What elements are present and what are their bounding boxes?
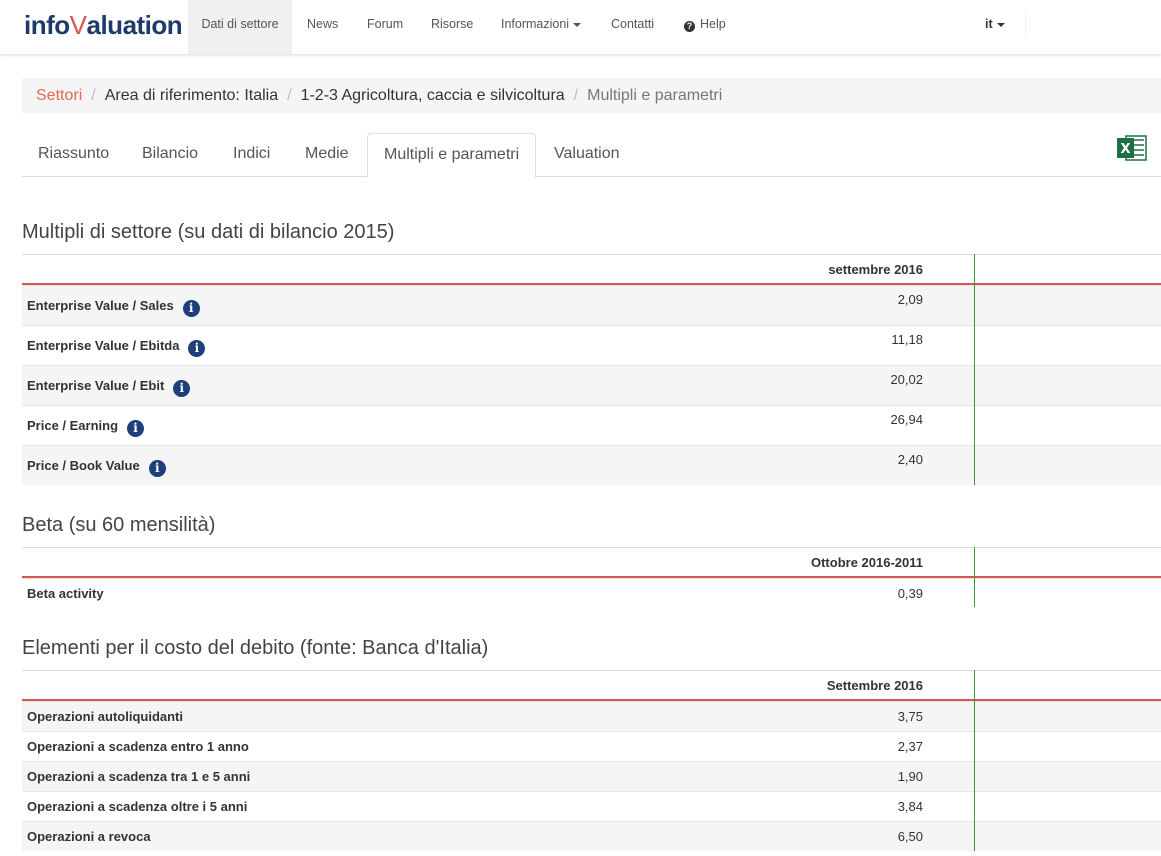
caret-down-icon — [996, 22, 1005, 27]
table-row: Enterprise Value / Sales i 2,09 — [22, 285, 1161, 325]
row-label: Operazioni autoliquidanti — [27, 709, 183, 724]
tab-riassunto[interactable]: Riassunto — [22, 133, 125, 177]
row-value: 26,94 — [890, 412, 923, 427]
row-value: 3,75 — [897, 709, 923, 724]
row-label: Price / Book Value — [27, 458, 140, 473]
question-circle-icon: ? — [684, 21, 695, 32]
beta-table: Ottobre 2016-2011 Beta activity 0,39 — [22, 547, 1161, 607]
row-label: Operazioni a scadenza tra 1 e 5 anni — [27, 769, 251, 784]
section-tabs: Riassunto Bilancio Indici Medie Multipli… — [22, 133, 1161, 178]
table-row: Beta activity 0,39 — [22, 578, 1161, 607]
table-row: Operazioni a revoca 6,50 — [22, 821, 1161, 851]
beta-section-title: Beta (su 60 mensilità) — [22, 514, 216, 536]
column-divider — [974, 547, 975, 607]
breadcrumb: Settori / Area di riferimento: Italia/1-2-… — [22, 78, 1161, 113]
nav-dati-di-settore[interactable]: Dati di settore — [188, 0, 292, 54]
row-label: Enterprise Value / Sales — [27, 298, 174, 313]
table-row: Operazioni a scadenza oltre i 5 anni 3,8… — [22, 791, 1161, 821]
row-label: Enterprise Value / Ebitda — [27, 338, 180, 353]
nav-help[interactable]: ? Help — [684, 0, 726, 54]
info-icon[interactable]: i — [188, 340, 206, 357]
nav-news[interactable]: News — [307, 0, 338, 54]
column-header: settembre 2016 — [828, 262, 923, 277]
row-label: Enterprise Value / Ebit — [27, 378, 165, 393]
table-header: settembre 2016 — [22, 254, 1161, 285]
info-icon[interactable]: i — [182, 300, 200, 317]
breadcrumb-current: Multipli e parametri — [587, 87, 723, 104]
tab-bilancio[interactable]: Bilancio — [126, 133, 214, 177]
table-row: Operazioni autoliquidanti 3,75 — [22, 701, 1161, 731]
nav-contatti[interactable]: Contatti — [611, 0, 654, 54]
multipli-section-title: Multipli di settore (su dati di bilancio… — [22, 221, 395, 243]
row-value: 2,40 — [897, 452, 923, 467]
row-value: 3,84 — [897, 799, 923, 814]
info-icon[interactable]: i — [148, 460, 166, 477]
multipli-table: settembre 2016 Enterprise Value / Sales i… — [22, 254, 1161, 485]
tab-multipli-e-parametri[interactable]: Multipli e parametri — [367, 133, 537, 178]
row-value: 0,39 — [897, 586, 923, 601]
column-header: Ottobre 2016-2011 — [810, 555, 923, 570]
column-divider — [974, 670, 975, 851]
table-row: Enterprise Value / Ebit i 20,02 — [22, 365, 1161, 405]
column-divider — [974, 254, 975, 485]
excel-icon[interactable]: X — [1117, 134, 1147, 162]
table-header: Ottobre 2016-2011 — [22, 547, 1161, 578]
table-row: Price / Book Value i 2,40 — [22, 445, 1161, 485]
nav-forum[interactable]: Forum — [367, 0, 403, 54]
row-value: 6,50 — [897, 829, 923, 844]
table-row: Enterprise Value / Ebitda i 11,18 — [22, 325, 1161, 365]
info-icon[interactable]: i — [173, 380, 191, 397]
table-header: Settembre 2016 — [22, 670, 1161, 701]
info-icon[interactable]: i — [127, 420, 145, 437]
breadcrumb-settore[interactable]: 1-2-3 Agricoltura, caccia e silvicoltura — [301, 87, 565, 104]
row-value: 11,18 — [891, 332, 923, 347]
row-value: 20,02 — [890, 372, 923, 387]
row-label: Price / Earning — [27, 418, 119, 433]
table-row: Price / Earning i 26,94 — [22, 405, 1161, 445]
row-label: Operazioni a scadenza oltre i 5 anni — [27, 799, 248, 814]
debito-section-title: Elementi per il costo del debito (fonte:… — [22, 637, 489, 659]
breadcrumb-area[interactable]: Area di riferimento: Italia — [105, 87, 278, 104]
row-value: 2,37 — [897, 739, 923, 754]
nav-divider — [1025, 12, 1026, 38]
row-value: 1,90 — [897, 769, 923, 784]
table-row: Operazioni a scadenza entro 1 anno 2,37 — [22, 731, 1161, 761]
tab-valuation[interactable]: Valuation — [538, 133, 636, 177]
row-label: Beta activity — [27, 586, 104, 601]
caret-down-icon — [573, 22, 582, 27]
svg-text:X: X — [1120, 142, 1130, 157]
language-dropdown[interactable]: it — [985, 0, 1005, 54]
tab-indici[interactable]: Indici — [217, 133, 286, 177]
column-header: Settembre 2016 — [826, 678, 923, 693]
debito-table: Settembre 2016 Operazioni autoliquidanti… — [22, 670, 1161, 851]
tab-medie[interactable]: Medie — [289, 133, 365, 177]
nav-informazioni-dropdown[interactable]: Informazioni — [501, 0, 582, 54]
brand-logo[interactable]: infoValuation — [24, 10, 183, 41]
row-value: 2,09 — [897, 292, 923, 307]
top-navbar: infoValuation Dati di settore News Forum… — [0, 0, 1161, 54]
breadcrumb-settori[interactable]: Settori — [36, 87, 82, 104]
table-row: Operazioni a scadenza tra 1 e 5 anni 1,9… — [22, 761, 1161, 791]
nav-risorse[interactable]: Risorse — [431, 0, 473, 54]
row-label: Operazioni a scadenza entro 1 anno — [27, 739, 249, 754]
row-label: Operazioni a revoca — [27, 829, 151, 844]
